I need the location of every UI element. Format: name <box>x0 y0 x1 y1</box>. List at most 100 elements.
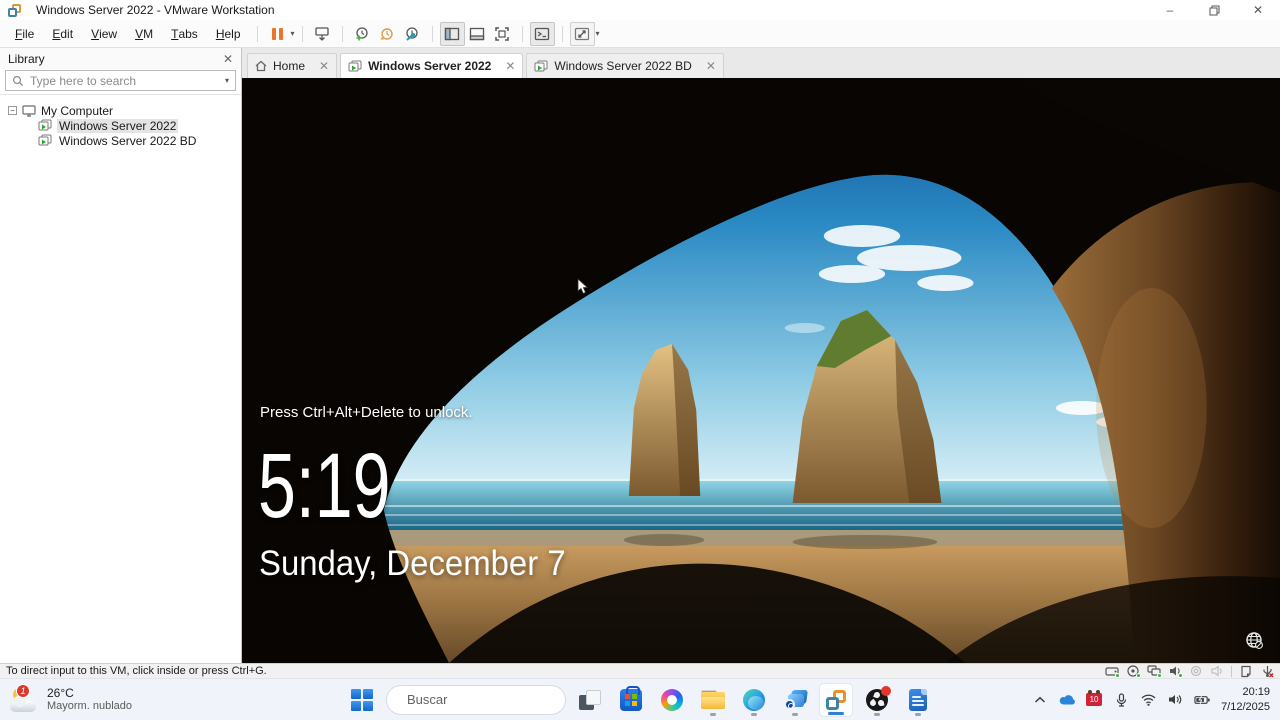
stretch-dropdown[interactable]: ▾ <box>596 29 600 38</box>
tab-windows-server-2022-bd[interactable]: Windows Server 2022 BD ✕ <box>526 53 724 78</box>
wifi-icon[interactable] <box>1140 692 1156 708</box>
collapse-icon[interactable]: − <box>8 106 17 115</box>
tab-close-icon[interactable]: ✕ <box>706 59 716 73</box>
weather-cloud-icon: 1 <box>10 683 40 714</box>
vm-item-label: Windows Server 2022 <box>57 118 179 133</box>
usb-disconnected-icon[interactable] <box>1260 665 1274 677</box>
taskbar-search-input[interactable] <box>407 692 583 707</box>
snapshot-revert-icon <box>380 27 393 40</box>
harddisk-status-icon[interactable] <box>1105 665 1120 678</box>
windows-logo-icon <box>351 688 373 711</box>
reminder-tray-icon[interactable]: 10 <box>1086 690 1103 706</box>
copilot-icon <box>661 688 683 711</box>
menu-edit[interactable]: Edit <box>43 20 82 47</box>
vmware-logo-icon <box>8 3 21 17</box>
tab-label: Windows Server 2022 BD <box>554 59 692 73</box>
menu-tabs[interactable]: Tabs <box>162 20 207 47</box>
stretch-icon <box>574 27 590 40</box>
restore-icon <box>1209 5 1219 15</box>
network-globe-icon[interactable] <box>1245 631 1264 655</box>
take-snapshot-button[interactable] <box>350 22 375 46</box>
revert-snapshot-button[interactable] <box>375 22 400 46</box>
sound-status-icon[interactable] <box>1168 665 1183 678</box>
tab-label: Home <box>273 59 306 73</box>
microphone-icon[interactable] <box>1113 692 1129 708</box>
cdrom-status-icon[interactable] <box>1126 665 1141 678</box>
store-icon <box>620 685 642 711</box>
hidden-icons-chevron[interactable] <box>1032 692 1048 708</box>
search-dropdown-icon[interactable]: ▾ <box>225 76 229 85</box>
tree-node-vm-2[interactable]: Windows Server 2022 BD <box>38 133 241 148</box>
microsoft-store-button[interactable] <box>614 683 648 717</box>
close-button[interactable]: ✕ <box>1236 0 1280 20</box>
snapshot-manage-icon <box>406 26 418 41</box>
home-icon <box>255 60 267 72</box>
menu-view[interactable]: View <box>82 20 126 47</box>
task-view-button[interactable] <box>573 683 607 717</box>
manage-snapshots-button[interactable] <box>400 22 425 46</box>
library-panel-icon <box>444 27 460 40</box>
file-explorer-button[interactable] <box>696 683 730 717</box>
start-button[interactable] <box>345 683 379 717</box>
tab-windows-server-2022[interactable]: Windows Server 2022 ✕ <box>340 53 524 78</box>
tab-close-icon[interactable]: ✕ <box>505 59 515 73</box>
suspend-dropdown[interactable]: ▾ <box>291 29 295 38</box>
restore-button[interactable] <box>1192 0 1236 20</box>
volume-icon[interactable] <box>1167 692 1183 708</box>
library-close-icon[interactable]: ✕ <box>223 52 233 66</box>
stretch-view-button[interactable] <box>569 21 595 46</box>
writer-document-button[interactable] <box>901 683 935 717</box>
tray-clock[interactable]: 20:19 7/12/2025 <box>1221 685 1270 714</box>
minimize-button[interactable]: – <box>1148 0 1192 20</box>
tree-node-vm-1[interactable]: Windows Server 2022 <box>38 118 241 133</box>
console-icon <box>534 27 550 40</box>
unlock-message: Press Ctrl+Alt+Delete to unlock. <box>260 404 473 421</box>
vm-tree: − My Computer Windows Server 2022 Window… <box>0 95 241 148</box>
mouse-cursor <box>576 278 590 301</box>
fullscreen-button[interactable] <box>490 22 515 46</box>
copilot-button[interactable] <box>655 683 689 717</box>
speaker-muted-status-icon[interactable] <box>1210 665 1224 677</box>
notification-badge: 1 <box>16 683 30 698</box>
vm-icon <box>534 60 548 71</box>
library-search[interactable]: ▾ <box>5 70 236 91</box>
menu-vm[interactable]: VM <box>126 20 162 47</box>
ctrl-alt-del-icon <box>315 26 329 41</box>
vm-notes-icon[interactable] <box>1239 665 1253 677</box>
tree-node-my-computer[interactable]: − My Computer <box>8 103 241 118</box>
edge-button[interactable] <box>737 683 771 717</box>
taskbar-search[interactable] <box>386 684 583 715</box>
show-thumbnail-bar-button[interactable] <box>465 22 490 46</box>
menu-file[interactable]: File <box>6 20 43 47</box>
edge-icon <box>743 688 765 711</box>
outlook-button[interactable] <box>778 683 812 717</box>
vmware-workstation-button[interactable] <box>819 682 853 717</box>
battery-icon[interactable] <box>1194 692 1210 708</box>
pause-icon <box>271 27 283 40</box>
tab-close-icon[interactable]: ✕ <box>319 59 329 73</box>
weather-widget[interactable]: 1 26°C Mayorm. nublado <box>0 683 132 714</box>
vmware-icon <box>825 689 847 711</box>
weather-temperature: 26°C <box>47 685 74 700</box>
weather-condition: Mayorm. nublado <box>47 700 132 713</box>
lock-clock-time: 5:19 <box>258 435 391 537</box>
webcam-status-icon[interactable] <box>1189 665 1203 677</box>
onedrive-icon[interactable] <box>1059 692 1075 708</box>
console-view-button[interactable] <box>529 21 555 46</box>
obs-studio-button[interactable] <box>860 683 894 717</box>
suspend-button[interactable] <box>265 22 290 46</box>
lock-clock-date: Sunday, December 7 <box>259 544 566 583</box>
snapshot-clock-plus-icon <box>356 26 368 40</box>
tab-home[interactable]: Home ✕ <box>247 53 338 78</box>
fullscreen-icon <box>495 26 509 41</box>
system-tray: 10 20:19 7/12/2025 <box>1032 685 1280 714</box>
tray-time: 20:19 <box>1242 686 1270 699</box>
show-library-button[interactable] <box>439 21 465 46</box>
send-ctrl-alt-del-button[interactable] <box>310 22 335 46</box>
window-title: Windows Server 2022 - VMware Workstation <box>36 3 275 17</box>
vm-display[interactable]: Press Ctrl+Alt+Delete to unlock. 5:19 Su… <box>242 78 1280 663</box>
computer-icon <box>22 104 36 117</box>
library-search-input[interactable] <box>30 73 218 88</box>
menu-help[interactable]: Help <box>207 20 250 47</box>
network-status-icon[interactable] <box>1147 665 1162 678</box>
